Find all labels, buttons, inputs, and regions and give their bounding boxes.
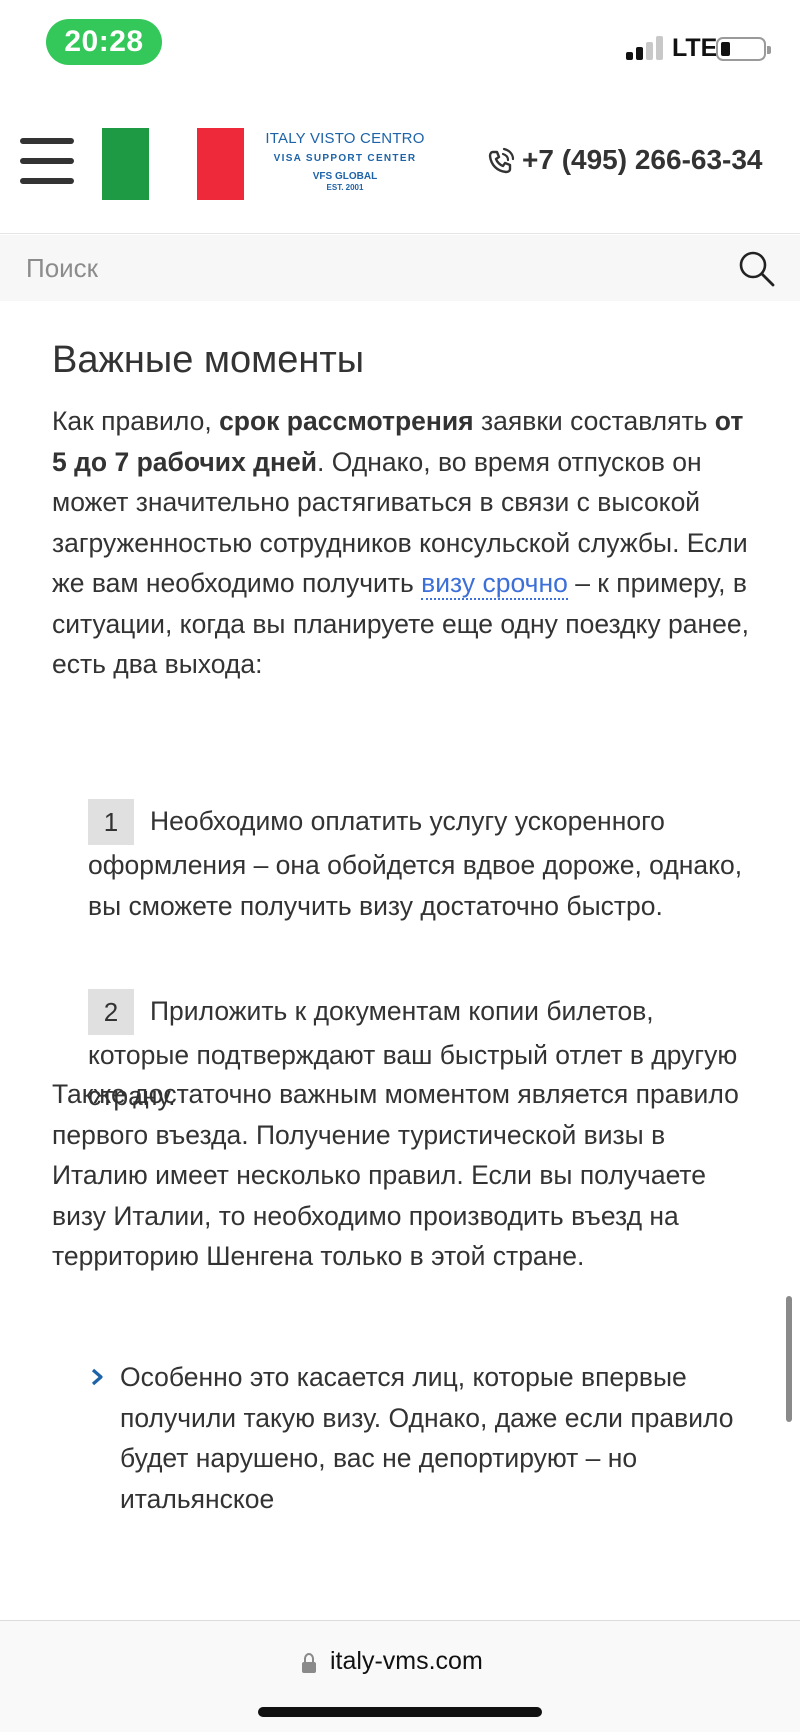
hamburger-menu-button[interactable]: [20, 138, 74, 186]
brand-subtitle: VISA SUPPORT CENTER: [273, 153, 417, 164]
list-item: 1 Необходимо оплатить услугу ускоренного …: [88, 799, 752, 926]
intro-paragraph: Как правило, срок рассмотрения заявки со…: [52, 406, 749, 679]
section-heading: Важные моменты: [52, 339, 365, 381]
chevron-right-icon: [91, 1368, 103, 1386]
home-indicator[interactable]: [258, 1707, 542, 1717]
network-type: LTE: [672, 34, 718, 62]
urgent-visa-link[interactable]: визу срочно: [421, 568, 568, 600]
brand-logo[interactable]: ITALY VISTO CENTRO VISA SUPPORT CENTER V…: [260, 130, 430, 192]
browser-address-bar[interactable]: italy-vms.com: [0, 1620, 800, 1732]
bullet-list-item: Особенно это касается лиц, которые вперв…: [88, 1357, 752, 1519]
search-bar: [0, 235, 800, 301]
italy-flag-logo[interactable]: [102, 128, 244, 200]
brand-partner: VFS GLOBAL: [312, 171, 378, 182]
url-text[interactable]: italy-vms.com: [330, 1647, 483, 1676]
brand-established: EST. 2001: [326, 183, 364, 192]
scroll-indicator[interactable]: [786, 1296, 792, 1422]
status-bar: 20:28 LTE: [0, 0, 800, 90]
battery-icon: [716, 37, 771, 61]
brand-name: ITALY VISTO CENTRO: [265, 130, 425, 147]
phone-icon: [488, 147, 515, 174]
rule-paragraph: Также достаточно важным моментом являетс…: [52, 1079, 739, 1271]
list-number: 1: [88, 799, 134, 845]
cellular-signal-icon: [626, 36, 666, 60]
lock-icon: [302, 1653, 316, 1673]
phone-number-link[interactable]: +7 (495) 266-63-34: [522, 144, 763, 176]
search-icon[interactable]: [736, 248, 776, 288]
status-time: 20:28: [46, 19, 162, 65]
search-input[interactable]: [26, 247, 686, 289]
list-number: 2: [88, 989, 134, 1035]
site-header: ITALY VISTO CENTRO VISA SUPPORT CENTER V…: [0, 92, 800, 234]
